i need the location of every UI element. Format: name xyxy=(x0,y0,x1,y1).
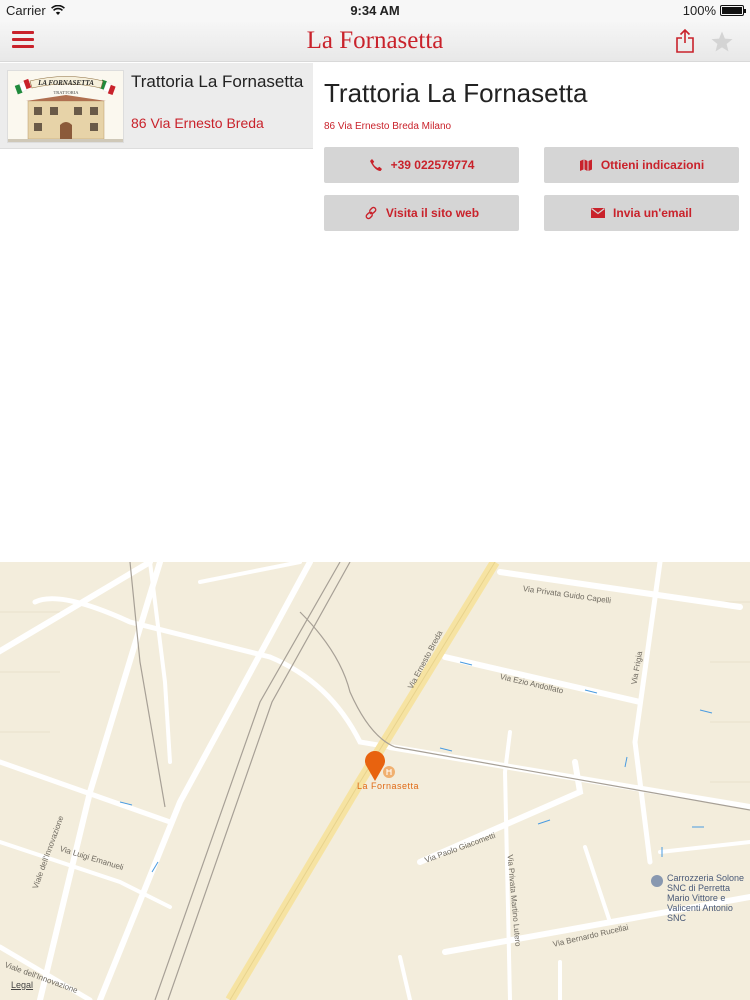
thumb-sub-text: TRATTORIA xyxy=(54,90,80,95)
list-item-address: 86 Via Ernesto Breda xyxy=(131,115,264,131)
call-button-label: +39 022579774 xyxy=(390,158,475,172)
car-service-icon[interactable] xyxy=(651,875,663,887)
map-poi-label: La Fornasetta xyxy=(357,781,420,791)
battery-percent: 100% xyxy=(682,3,716,18)
call-button[interactable]: +39 022579774 xyxy=(324,147,519,183)
email-button[interactable]: Invia un'email xyxy=(544,195,739,231)
map-poi2-label: Carrozzeria Solone SNC di Perretta Mario… xyxy=(667,873,745,923)
legal-link[interactable]: Legal xyxy=(11,980,33,990)
restaurant-address: 86 Via Ernesto Breda Milano xyxy=(324,121,452,132)
restaurant-title: Trattoria La Fornasetta xyxy=(324,78,588,108)
map-view[interactable]: Via Privata Guido Capelli Via Ernesto Br… xyxy=(0,562,750,1000)
list-item-name: Trattoria La Fornasetta xyxy=(131,72,304,91)
email-button-label: Invia un'email xyxy=(613,206,692,220)
directions-button[interactable]: Ottieni indicazioni xyxy=(544,147,739,183)
nav-title: La Fornasetta xyxy=(306,27,444,54)
clock: 9:34 AM xyxy=(350,3,400,18)
navigation-bar: La Fornasetta xyxy=(0,22,750,62)
share-icon[interactable] xyxy=(674,28,696,54)
thumb-sign-text: LA FORNASETTA xyxy=(37,79,94,87)
map-icon xyxy=(579,159,592,171)
website-button-label: Visita il sito web xyxy=(385,206,480,220)
star-icon[interactable] xyxy=(710,30,734,54)
restaurant-thumbnail: LA FORNASETTA TRATTORIA xyxy=(7,70,124,143)
envelope-icon xyxy=(591,208,606,218)
link-icon xyxy=(365,206,377,220)
phone-icon xyxy=(369,159,382,171)
website-button[interactable]: Visita il sito web xyxy=(324,195,519,231)
restaurant-list-item[interactable]: LA FORNASETTA TRATTORIA Trattoria La For… xyxy=(0,63,313,149)
battery-icon xyxy=(720,5,746,16)
directions-button-label: Ottieni indicazioni xyxy=(600,158,705,172)
restaurant-icon xyxy=(383,766,395,778)
status-bar: Carrier 9:34 AM 100% xyxy=(0,0,750,22)
status-right: 100% xyxy=(682,3,746,18)
